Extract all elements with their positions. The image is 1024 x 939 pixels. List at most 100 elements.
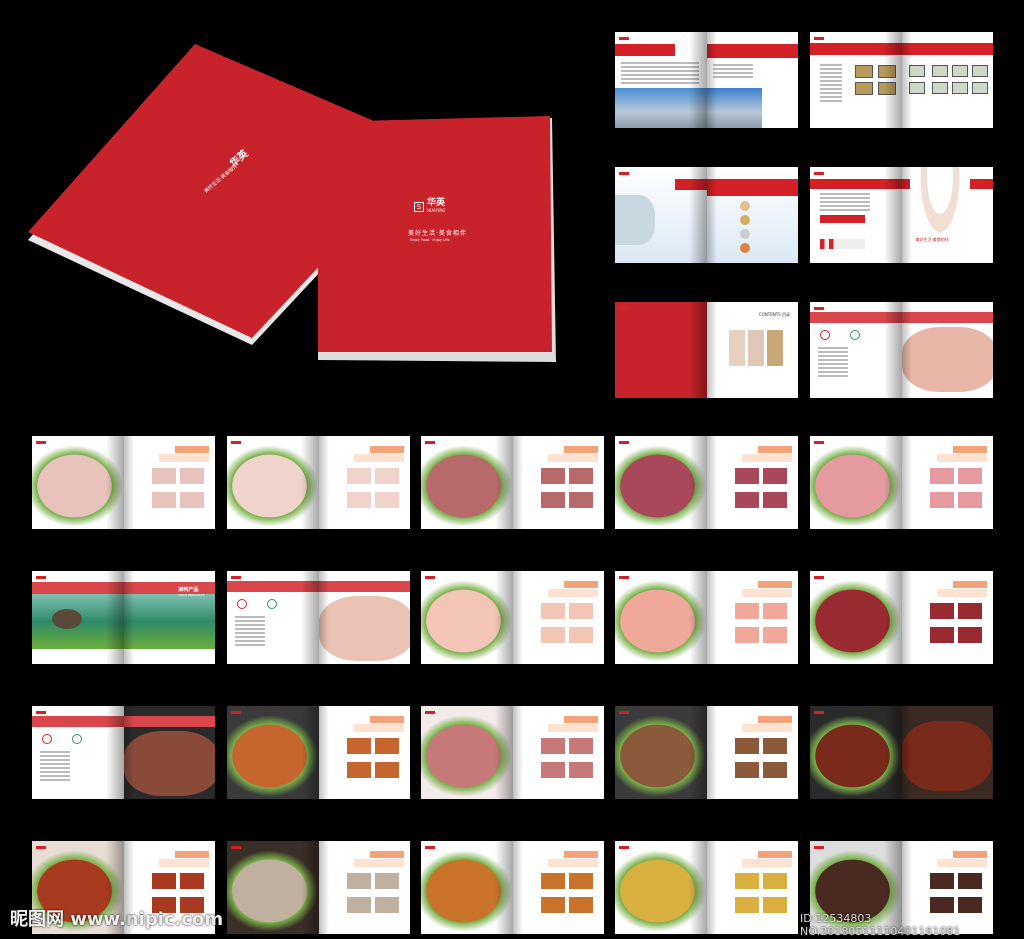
text-line [820,201,870,203]
product-thumb [762,627,787,643]
spread-science [615,167,798,263]
ingredient-icon [739,201,750,211]
right-page [901,32,993,128]
landscape-photo [123,594,215,649]
left-page [615,571,707,664]
product-thumb [374,738,399,754]
left-page [421,571,513,664]
certificate-image [931,82,948,94]
logo-mark-icon [619,307,629,310]
text-line [621,74,699,76]
food-photo [901,327,993,392]
right-page [901,302,993,398]
spread-food [615,841,798,934]
product-thumb [374,873,399,889]
text-line [40,759,70,761]
spread-food [810,436,993,529]
product-table [742,454,792,462]
right-page [318,706,410,799]
logo-mark-icon [619,711,629,714]
product-thumb [540,873,565,889]
left-page [810,32,902,128]
front-cover-slogan-en: Enjoy Food · Enjoy Life [410,238,450,242]
product-name-bar [370,851,404,858]
product-thumb [929,492,954,508]
right-page [512,841,604,934]
brand-name: 华英 [427,198,446,208]
text-line [235,640,265,642]
text-line [712,68,753,70]
text-line [235,624,265,626]
left-page [810,436,902,529]
logo-mark-icon [814,172,824,175]
left-page [227,436,319,529]
product-table [742,859,792,867]
spread-product-intro [227,571,410,664]
spread-food [810,571,993,664]
product-table [354,859,404,867]
product-table [937,589,987,597]
text-line [235,628,265,630]
logo-mark-icon [814,576,824,579]
product-thumb [374,468,399,484]
product-thumb [346,492,371,508]
product-thumb [957,873,982,889]
product-thumb [374,897,399,913]
text-line [820,64,842,66]
text-line [40,775,70,777]
text-line [820,193,870,195]
product-thumb [568,492,593,508]
red-band [706,44,798,58]
seal-icon [267,599,277,609]
ingredient-icon [739,215,750,225]
duck-title: 麻鸭产品 [178,587,199,593]
food-photo [421,716,511,796]
right-page [512,436,604,529]
logo-mark-icon [36,846,46,849]
red-band [675,179,707,190]
product-thumb [346,897,371,913]
spread-product-intro [32,706,215,799]
food-photo [123,731,215,796]
text-line [818,359,848,361]
certificate-image [951,82,968,94]
logo-mark-icon [619,37,629,40]
spread-food [32,436,215,529]
food-photo [227,851,317,931]
food-photo [810,716,900,796]
left-page [227,571,319,664]
logo-mark-icon [36,576,46,579]
seal-icon [42,734,52,744]
text-line [235,632,265,634]
product-thumb [762,762,787,778]
logo-mark-icon [814,37,824,40]
product-thumb [762,897,787,913]
text-line [40,771,70,773]
product-name-bar [175,446,209,453]
certificate-image [855,65,873,78]
left-page [615,436,707,529]
right-page [706,167,798,263]
product-thumb [957,468,982,484]
spread-food [421,436,604,529]
product-name-bar [370,716,404,723]
right-page [706,706,798,799]
text-line [820,92,842,94]
product-thumb [734,873,759,889]
logo-mark-icon [814,307,824,310]
food-photo [318,596,410,661]
left-page [810,706,902,799]
product-name-bar [953,851,987,858]
title-bar [615,44,675,56]
product-thumb [568,603,593,619]
product-thumb [929,468,954,484]
logo-mark-icon [36,711,46,714]
left-page [615,841,707,934]
product-thumb [762,603,787,619]
product-thumb [151,468,176,484]
logo-mark-icon [425,711,435,714]
food-photo [615,581,705,661]
logo-mark-icon [36,441,46,444]
text-line [712,64,753,66]
chef-photo [909,167,970,263]
